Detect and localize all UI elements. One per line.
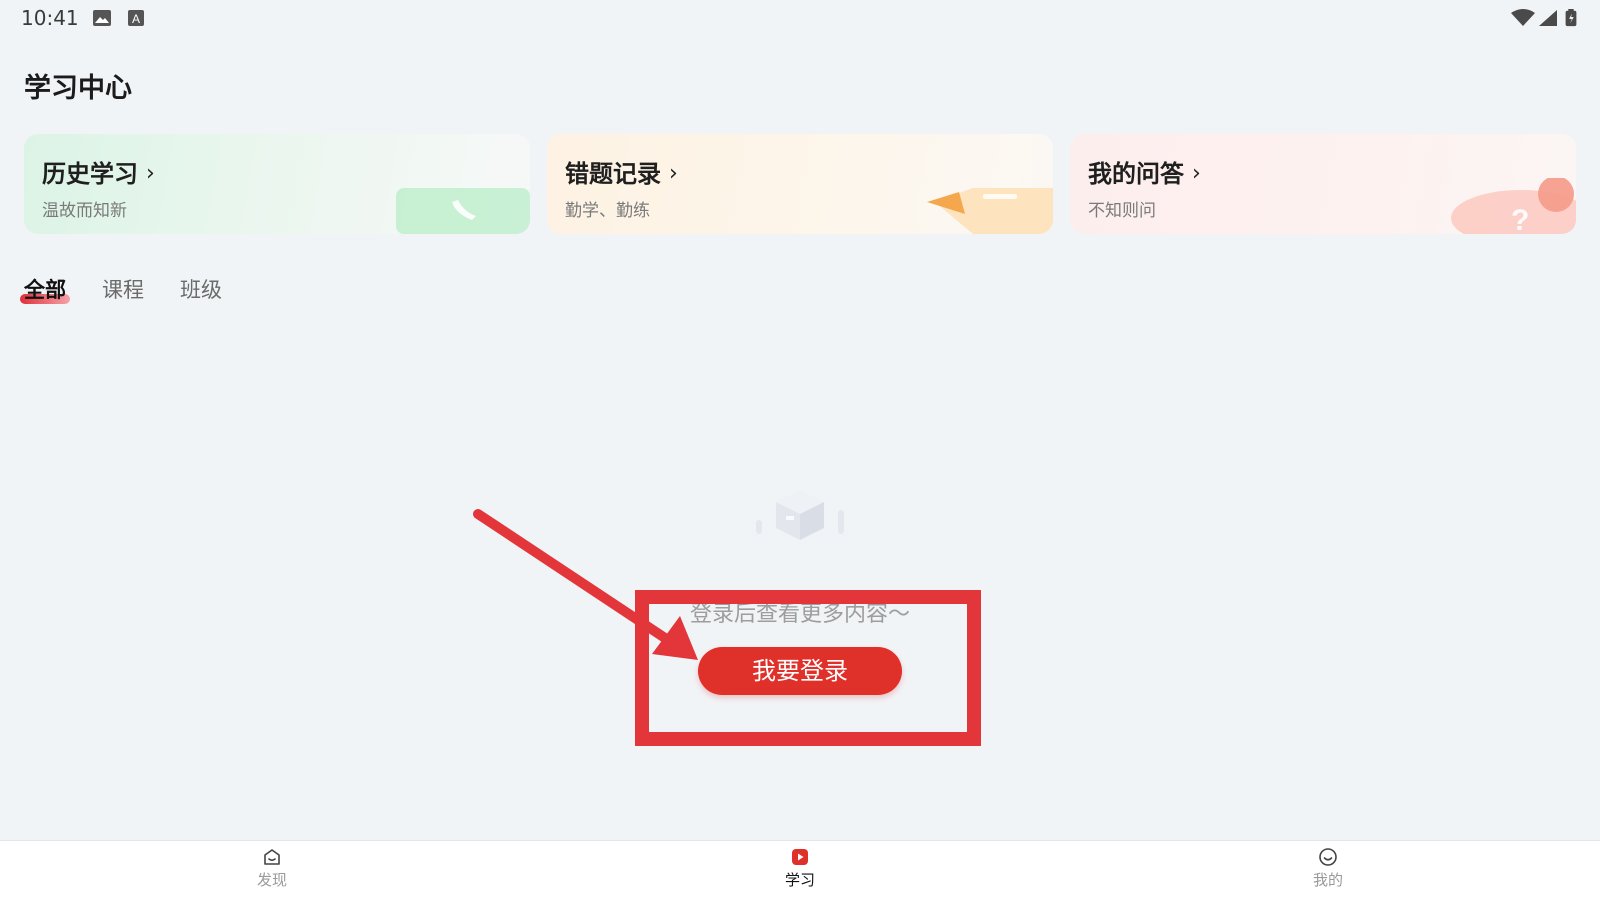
study-play-icon — [792, 849, 808, 865]
chevron-right-icon: › — [669, 161, 678, 186]
tab-all[interactable]: 全部 — [20, 274, 70, 304]
card-history-learning[interactable]: 历史学习 › 温故而知新 — [24, 134, 530, 234]
card-title: 错题记录 — [565, 160, 661, 188]
tab-label: 全部 — [24, 278, 66, 302]
chevron-right-icon: › — [1192, 161, 1201, 186]
status-time: 10:41 — [21, 6, 79, 30]
page-title: 学习中心 — [24, 73, 132, 104]
tab-label: 课程 — [102, 278, 144, 302]
profile-smile-icon — [1319, 848, 1337, 866]
card-subtitle: 不知则问 — [1088, 201, 1156, 221]
tab-classes[interactable]: 班级 — [180, 274, 222, 304]
card-title: 我的问答 — [1088, 160, 1184, 188]
login-button[interactable]: 我要登录 — [698, 647, 902, 695]
tab-courses[interactable]: 课程 — [102, 274, 144, 304]
nav-label: 我的 — [1312, 871, 1343, 889]
chevron-right-icon: › — [146, 161, 155, 186]
arrow-pointer-icon — [473, 509, 698, 660]
card-subtitle: 勤学、勤练 — [565, 201, 650, 221]
card-wrong-questions[interactable]: 错题记录 › 勤学、勤练 — [547, 134, 1053, 234]
wifi-icon — [1511, 9, 1535, 26]
question-icon: ? — [1451, 178, 1576, 234]
nav-profile[interactable]: 我的 — [1268, 847, 1388, 890]
box-icon — [756, 490, 844, 540]
empty-state-message: 登录后查看更多内容～ — [689, 602, 910, 627]
pencil-icon — [927, 188, 1053, 234]
a-icon: A — [128, 10, 144, 26]
svg-text:A: A — [132, 12, 140, 26]
svg-text:?: ? — [1511, 204, 1529, 234]
image-icon — [93, 10, 111, 26]
nav-study[interactable]: 学习 — [740, 847, 860, 890]
battery-icon — [1565, 9, 1577, 27]
bottom-navigation: 发现 学习 我的 — [0, 840, 1600, 901]
card-subtitle: 温故而知新 — [42, 201, 127, 221]
status-bar: 10:41 A — [0, 0, 1600, 36]
nav-label: 学习 — [784, 871, 815, 889]
nav-label: 发现 — [256, 871, 287, 889]
card-my-qa[interactable]: 我的问答 › 不知则问 ? — [1070, 134, 1576, 234]
discover-icon — [264, 849, 280, 865]
tab-label: 班级 — [180, 278, 222, 302]
phone-icon — [396, 188, 530, 234]
nav-discover[interactable]: 发现 — [212, 847, 332, 890]
signal-icon — [1539, 10, 1557, 26]
card-title: 历史学习 — [42, 160, 138, 188]
